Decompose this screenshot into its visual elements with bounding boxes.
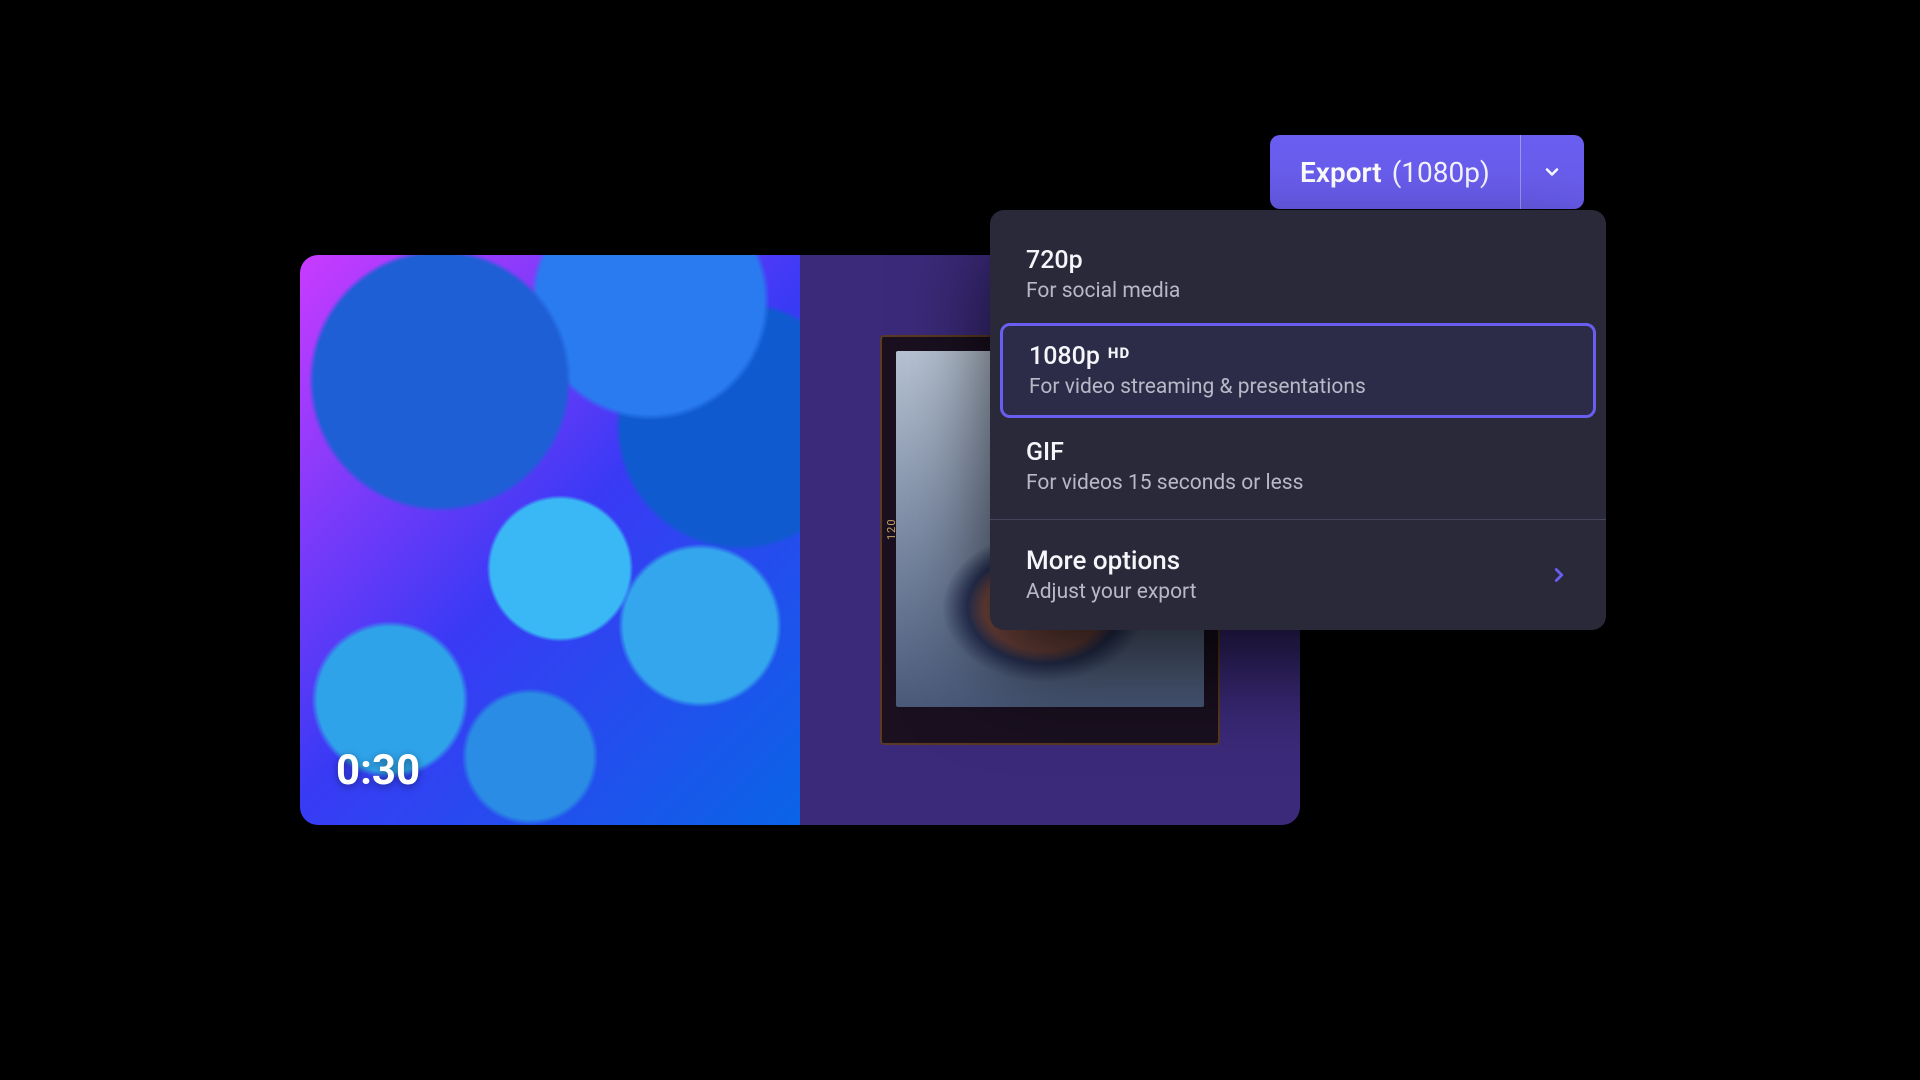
video-timestamp: 0:30 — [336, 746, 420, 795]
preview-thumbnail-left: 0:30 — [300, 255, 800, 825]
option-subtitle: For videos 15 seconds or less — [1026, 471, 1570, 495]
option-subtitle: For social media — [1026, 279, 1570, 303]
option-title: 1080p — [1029, 342, 1100, 371]
export-option-gif[interactable]: GIF For videos 15 seconds or less — [1000, 422, 1596, 511]
export-option-1080p[interactable]: 1080p HD For video streaming & presentat… — [1000, 323, 1596, 418]
option-title: GIF — [1026, 438, 1064, 467]
export-split-button: Export (1080p) — [1270, 135, 1584, 209]
export-button[interactable]: Export (1080p) — [1270, 135, 1520, 209]
chevron-right-icon — [1548, 564, 1570, 586]
export-label: Export — [1300, 156, 1382, 189]
option-subtitle: For video streaming & presentations — [1029, 375, 1567, 399]
chevron-down-icon — [1542, 162, 1562, 182]
more-options-title: More options — [1026, 546, 1197, 576]
more-options-row[interactable]: More options Adjust your export — [1000, 528, 1596, 622]
export-resolution: (1080p) — [1392, 156, 1490, 189]
export-dropdown-toggle[interactable] — [1520, 135, 1584, 209]
export-options-dropdown: 720p For social media 1080p HD For video… — [990, 210, 1606, 630]
hd-badge: HD — [1108, 344, 1130, 362]
option-title: 720p — [1026, 246, 1083, 275]
divider — [990, 519, 1606, 520]
export-option-720p[interactable]: 720p For social media — [1000, 230, 1596, 319]
more-options-subtitle: Adjust your export — [1026, 580, 1197, 604]
frame-number: 120 — [885, 518, 898, 540]
